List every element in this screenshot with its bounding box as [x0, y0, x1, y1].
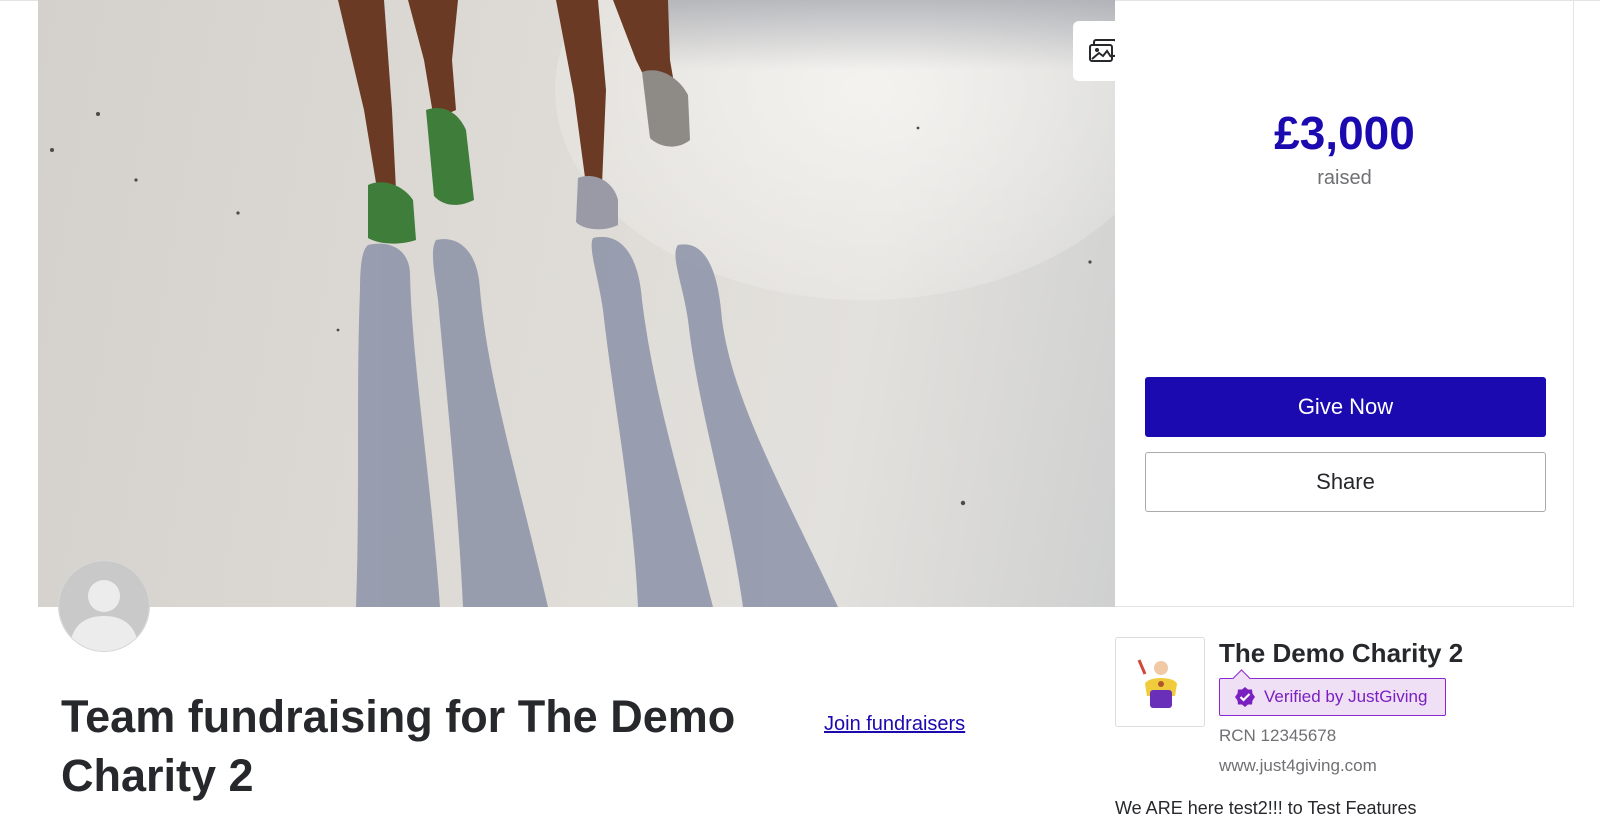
charity-name[interactable]: The Demo Charity 2: [1219, 638, 1463, 669]
cover-image: [38, 0, 1115, 607]
verified-label: Verified by JustGiving: [1264, 687, 1428, 706]
join-fundraisers-link[interactable]: Join fundraisers: [824, 713, 965, 736]
verified-badge: Verified by JustGiving: [1219, 678, 1446, 716]
charity-description: We ARE here test2!!! to Test Features: [1115, 798, 1417, 818]
charity-logo[interactable]: [1115, 637, 1205, 727]
gallery-button[interactable]: [1073, 21, 1115, 81]
page-title: Team fundraising for The Demo Charity 2: [61, 691, 736, 801]
donation-panel: £3,000 raised Give Now Share: [1115, 0, 1574, 607]
registration-number: RCN 12345678: [1219, 726, 1337, 745]
charity-mascot-icon: [1137, 659, 1177, 708]
share-button[interactable]: Share: [1145, 452, 1546, 512]
charity-website-link[interactable]: www.just4giving.com: [1219, 756, 1377, 776]
runners-photo: [50, 0, 1092, 607]
default-avatar-icon: [59, 561, 149, 651]
amount-raised: £3,000: [1274, 107, 1415, 159]
raised-label: raised: [1317, 167, 1372, 189]
gallery-icon: [1089, 39, 1115, 62]
avatar: [59, 561, 149, 651]
give-now-button[interactable]: Give Now: [1145, 377, 1546, 437]
verified-check-icon: [1235, 687, 1255, 707]
